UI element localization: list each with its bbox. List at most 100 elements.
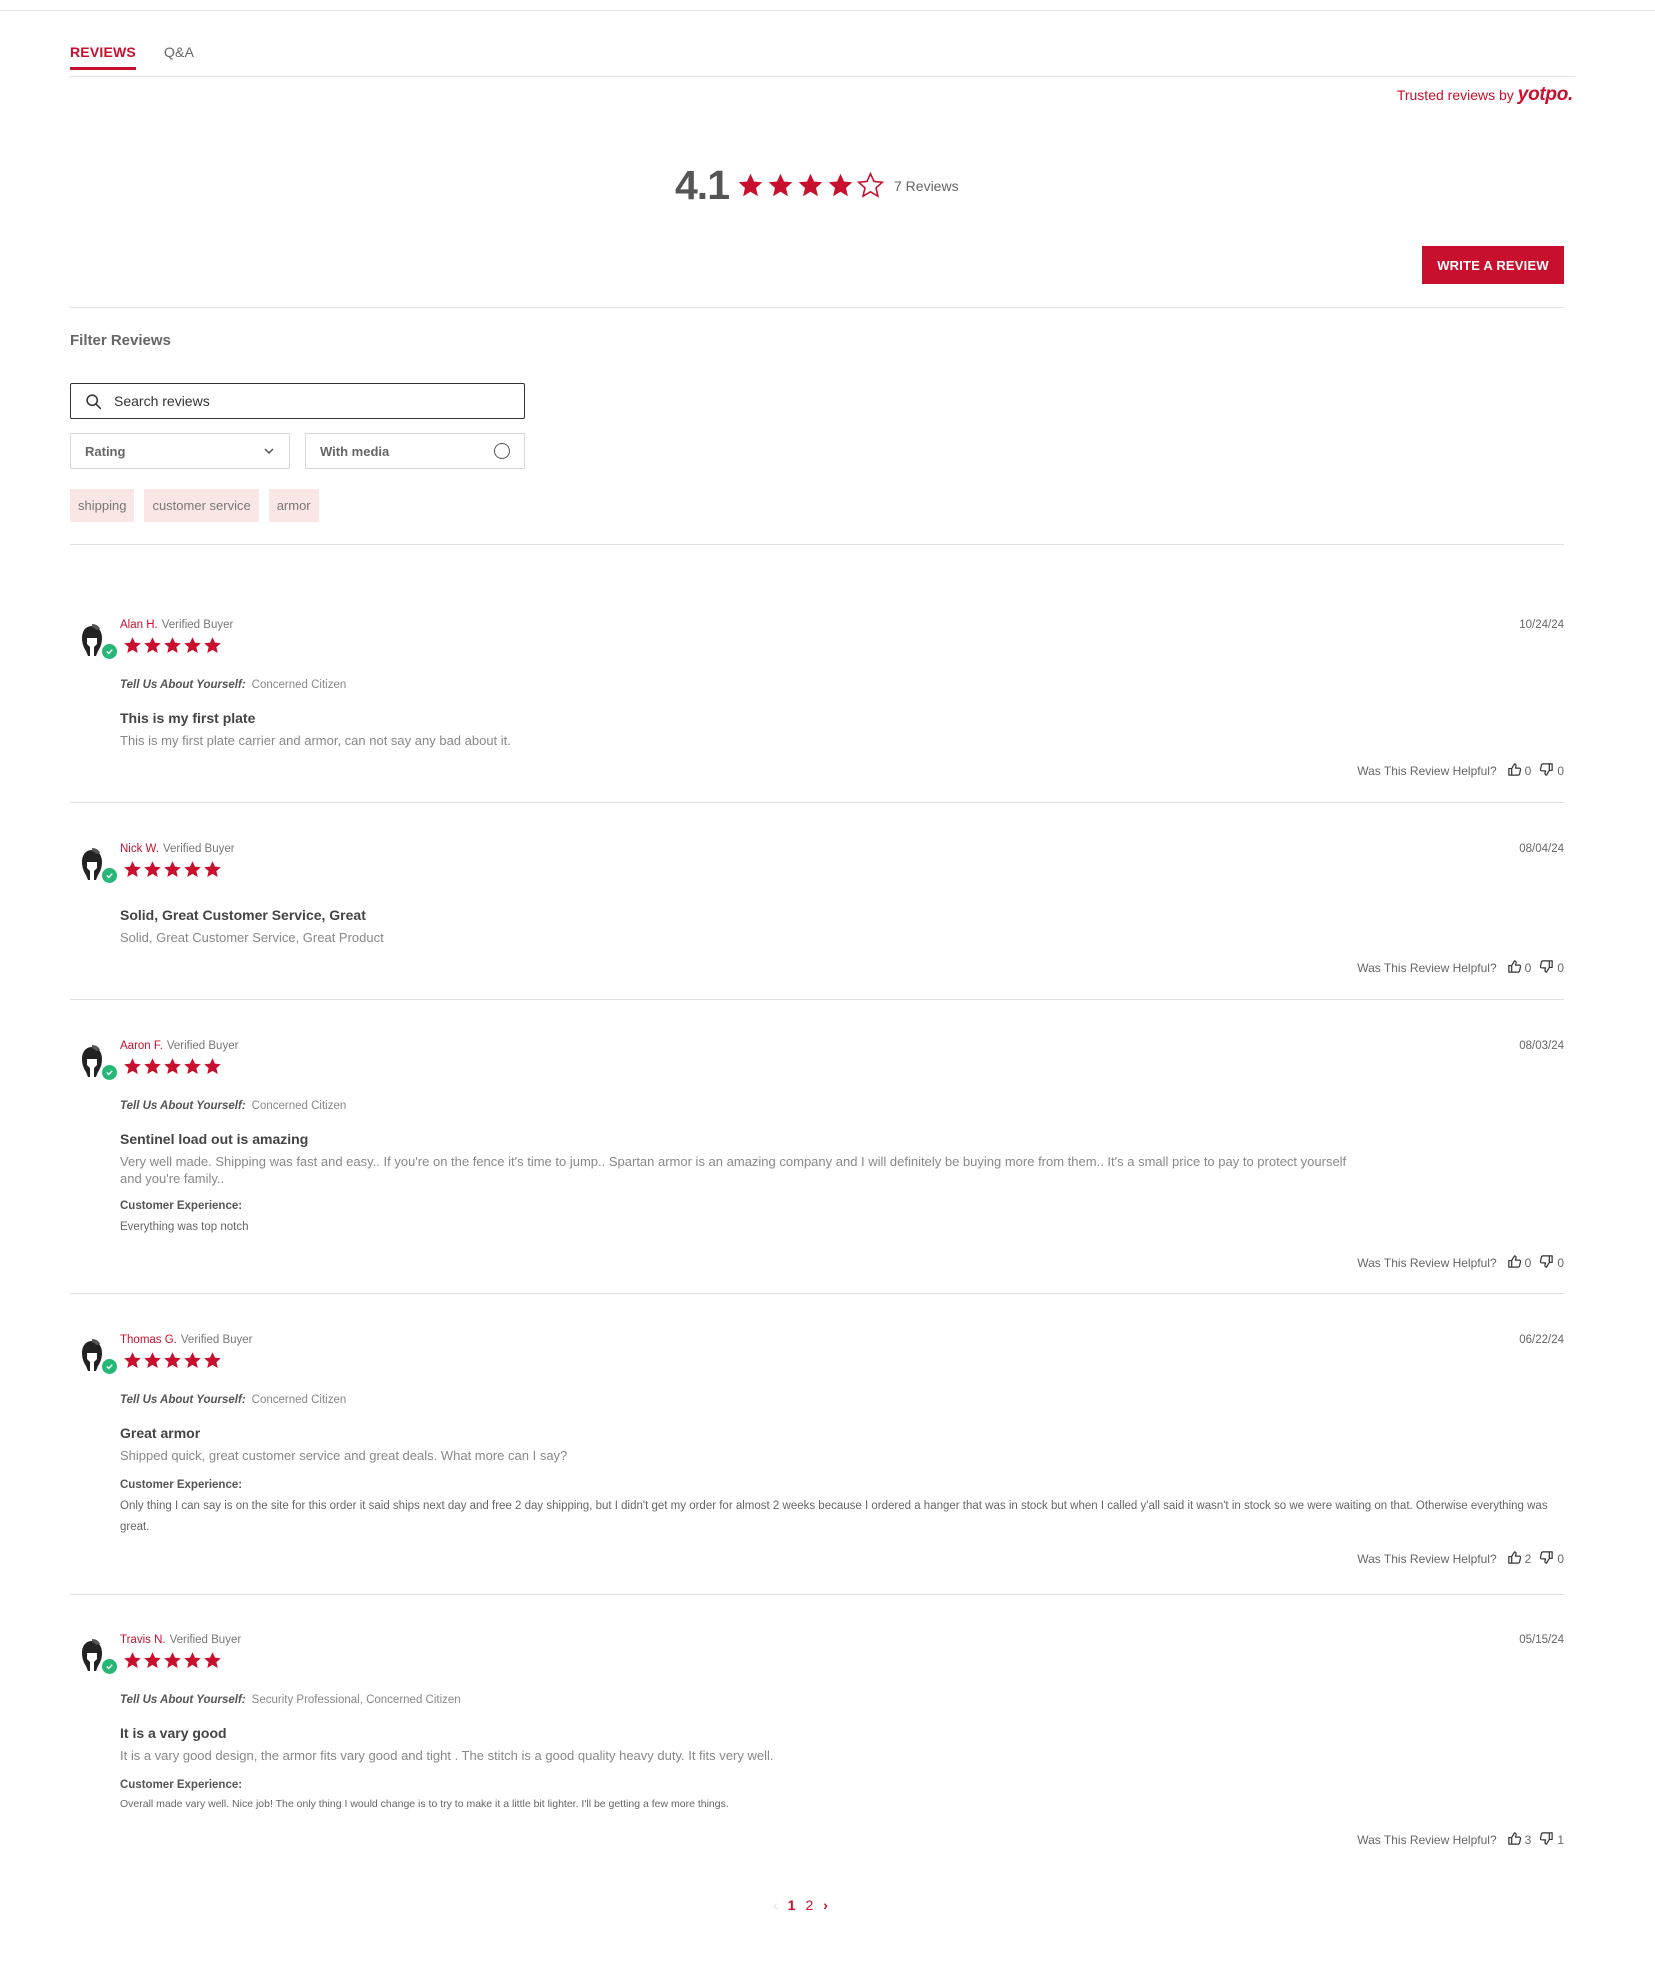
chip-shipping[interactable]: shipping — [70, 489, 135, 522]
verified-check-icon — [102, 1359, 117, 1374]
helpful-votes: Was This Review Helpful? 0 0 — [1357, 762, 1564, 780]
custom-question: Tell Us About Yourself: Concerned Citizen — [120, 1394, 346, 1406]
star-filled-icon — [828, 173, 853, 197]
reviewer-name: Thomas G. — [120, 1334, 177, 1346]
divider — [70, 307, 1564, 308]
question-label: Tell Us About Yourself: — [120, 1394, 246, 1406]
verified-check-icon — [102, 1065, 117, 1080]
reviewer-name: Travis N. — [120, 1634, 166, 1646]
checkmark-icon — [106, 649, 113, 655]
star-filled-icon — [184, 1652, 201, 1669]
verified-check-icon — [102, 644, 117, 659]
review-date: 05/15/24 — [1519, 1634, 1564, 1646]
next-page-arrow-icon[interactable]: › — [823, 1897, 828, 1913]
yotpo-logo: yotpo. — [1517, 84, 1574, 105]
prev-page-arrow-icon[interactable]: ‹ — [773, 1897, 778, 1913]
topic-chips: shipping customer service armor — [70, 489, 319, 522]
review-title: This is my first plate — [120, 710, 256, 726]
thumbs-up-icon[interactable] — [1507, 1550, 1525, 1568]
helpful-label: Was This Review Helpful? — [1357, 1833, 1497, 1847]
verified-check-icon — [102, 1659, 117, 1674]
reviewer-name-line: Alan H. Verified Buyer — [120, 619, 233, 631]
star-filled-icon — [124, 1652, 141, 1669]
customer-experience-text: Only thing I can say is on the site for … — [120, 1500, 1548, 1533]
customer-experience-label: Customer Experience: — [120, 1479, 243, 1491]
star-filled-icon — [184, 1058, 201, 1075]
divider — [70, 802, 1564, 803]
star-filled-icon — [144, 1652, 161, 1669]
question-answer: Security Professional, Concerned Citizen — [251, 1694, 461, 1706]
divider — [70, 999, 1564, 1000]
review-count: 7 Reviews — [894, 177, 959, 194]
thumbs-down-icon[interactable] — [1539, 1550, 1557, 1568]
review-date: 08/03/24 — [1519, 1040, 1564, 1052]
reviewer-name: Aaron F. — [120, 1040, 163, 1052]
question-label: Tell Us About Yourself: — [120, 1694, 246, 1706]
downvote-count: 1 — [1557, 1833, 1564, 1847]
thumbs-up-icon[interactable] — [1507, 959, 1525, 977]
star-filled-icon — [204, 1652, 221, 1669]
search-icon — [86, 393, 102, 409]
upvote-count: 2 — [1524, 1552, 1532, 1566]
search-box[interactable] — [70, 383, 525, 419]
star-filled-icon — [768, 173, 793, 197]
tab-qa[interactable]: Q&A — [164, 44, 194, 70]
trusted-text: Trusted reviews by — [1396, 87, 1514, 103]
rating-dropdown[interactable]: Rating — [70, 433, 290, 469]
review-item: Thomas G. Verified Buyer 06/22/24 Tell Us… — [70, 1334, 1564, 1584]
tab-reviews[interactable]: REVIEWS — [70, 44, 136, 70]
thumbs-up-icon[interactable] — [1507, 1254, 1525, 1272]
chip-customer-service[interactable]: customer service — [144, 489, 259, 522]
thumbs-down-icon[interactable] — [1539, 959, 1557, 977]
star-empty-icon — [857, 172, 884, 198]
tab-bar: REVIEWS Q&A — [70, 44, 194, 70]
star-filled-icon — [204, 861, 221, 878]
page-2-link[interactable]: 2 — [805, 1897, 813, 1913]
thumbs-up-glyph — [1507, 763, 1521, 776]
downvote-count: 0 — [1557, 961, 1564, 975]
thumbs-down-icon[interactable] — [1539, 1831, 1557, 1849]
thumbs-down-icon[interactable] — [1539, 1254, 1557, 1272]
write-review-button[interactable]: WRITE A REVIEW — [1422, 246, 1564, 284]
verified-buyer-badge: Verified Buyer — [169, 1634, 242, 1646]
review-title: Great armor — [120, 1425, 201, 1441]
star-filled-icon — [144, 861, 161, 878]
checkmark-icon — [106, 1664, 113, 1670]
page-1-link[interactable]: 1 — [788, 1897, 796, 1913]
review-body: Very well made. Shipping was fast and ea… — [120, 1154, 1347, 1186]
thumbs-up-icon[interactable] — [1507, 1831, 1525, 1849]
review-item: Alan H. Verified Buyer 10/24/24 Tell Us A… — [70, 619, 1564, 789]
thumbs-down-glyph — [1540, 1551, 1554, 1564]
review-stars — [123, 1057, 222, 1076]
thumbs-down-icon[interactable] — [1539, 762, 1557, 780]
custom-question: Tell Us About Yourself: Concerned Citizen — [120, 679, 346, 691]
helpful-votes: Was This Review Helpful? 3 1 — [1357, 1831, 1564, 1849]
with-media-label: With media — [320, 443, 390, 459]
review-date: 10/24/24 — [1519, 619, 1564, 631]
trusted-reviews-link[interactable]: Trusted reviews by yotpo. — [1397, 84, 1573, 106]
customer-experience-text: Everything was top notch — [120, 1221, 249, 1233]
reviewer-name: Nick W. — [120, 843, 159, 855]
upvote-count: 0 — [1524, 1256, 1532, 1270]
with-media-radio[interactable] — [494, 443, 510, 459]
chip-armor[interactable]: armor — [268, 489, 319, 522]
review-item: Travis N. Verified Buyer 05/15/24 Tell Us… — [70, 1634, 1564, 1854]
filter-reviews-title: Filter Reviews — [70, 332, 171, 349]
helpful-votes: Was This Review Helpful? 0 0 — [1357, 959, 1564, 977]
reviewer-name-line: Aaron F. Verified Buyer — [120, 1040, 238, 1052]
thumbs-up-icon[interactable] — [1507, 762, 1525, 780]
question-answer: Concerned Citizen — [251, 1394, 347, 1406]
review-stars — [123, 860, 222, 879]
review-date: 08/04/24 — [1519, 843, 1564, 855]
thumbs-down-glyph — [1540, 1832, 1554, 1845]
with-media-toggle[interactable]: With media — [305, 433, 525, 469]
downvote-count: 0 — [1557, 764, 1564, 778]
star-filled-icon — [164, 1058, 181, 1075]
helpful-label: Was This Review Helpful? — [1357, 961, 1497, 975]
thumbs-down-glyph — [1540, 763, 1554, 776]
thumbs-down-glyph — [1540, 1255, 1554, 1268]
divider — [70, 544, 1564, 545]
search-input[interactable] — [114, 393, 494, 409]
thumbs-up-glyph — [1507, 1551, 1521, 1564]
checkmark-icon — [106, 1364, 113, 1370]
